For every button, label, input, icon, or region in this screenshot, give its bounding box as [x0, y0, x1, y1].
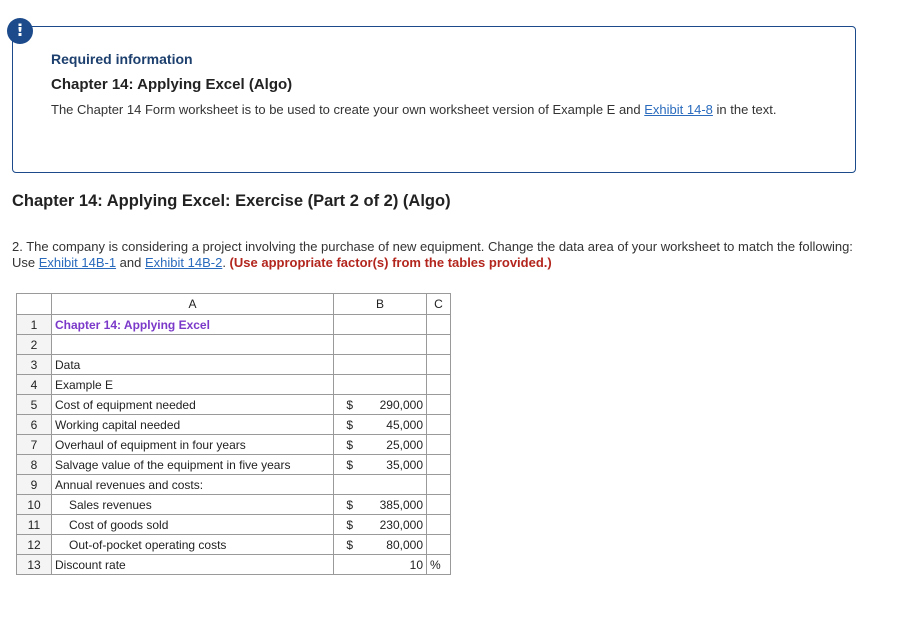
cell-a-label: Out-of-pocket operating costs	[51, 534, 334, 555]
table-row: 2	[16, 334, 451, 355]
corner-cell	[16, 293, 52, 315]
row-number: 5	[16, 394, 52, 415]
info-label: Required information	[51, 51, 193, 67]
cell-b-currency: $	[333, 454, 366, 475]
required-information-box: Required information Chapter 14: Applyin…	[12, 26, 856, 173]
table-row: 5 Cost of equipment needed $290,000	[16, 394, 451, 415]
cell-b-currency	[333, 474, 366, 495]
cell-b-value: 45,000	[365, 414, 427, 435]
cell-b-currency	[333, 354, 366, 375]
cell-b-currency: $	[333, 434, 366, 455]
cell-b-currency: $	[333, 534, 366, 555]
info-title: Chapter 14: Applying Excel (Algo)	[51, 76, 293, 93]
row-number: 1	[16, 314, 52, 335]
cell-b-value	[365, 354, 427, 375]
cell-c-unit	[426, 354, 451, 375]
cell-b-value: 80,000	[365, 534, 427, 555]
row-number: 11	[16, 514, 52, 535]
cell-c-unit	[426, 394, 451, 415]
cell-b-value	[365, 474, 427, 495]
table-row: 6 Working capital needed $45,000	[16, 414, 451, 435]
table-row: 11 Cost of goods sold $230,000	[16, 514, 451, 535]
cell-b-currency: $	[333, 394, 366, 415]
row-number: 13	[16, 554, 52, 575]
cell-c-unit	[426, 514, 451, 535]
cell-b-value: 25,000	[365, 434, 427, 455]
cell-b-currency	[333, 314, 366, 335]
cell-a-label: Overhaul of equipment in four years	[51, 434, 334, 455]
column-header-b: B	[333, 293, 427, 315]
cell-c-unit	[426, 314, 451, 335]
cell-c-unit	[426, 414, 451, 435]
column-header-a: A	[51, 293, 334, 315]
cell-a-label: Chapter 14: Applying Excel	[51, 314, 334, 335]
cell-c-unit	[426, 434, 451, 455]
table-row: 10 Sales revenues $385,000	[16, 494, 451, 515]
info-text: The Chapter 14 Form worksheet is to be u…	[51, 102, 831, 118]
table-row: 8 Salvage value of the equipment in five …	[16, 454, 451, 475]
table-row: 1 Chapter 14: Applying Excel	[16, 314, 451, 335]
cell-b-value: 10	[365, 554, 427, 575]
cell-c-unit	[426, 474, 451, 495]
cell-b-value: 35,000	[365, 454, 427, 475]
cell-b-value	[365, 334, 427, 355]
cell-b-currency: $	[333, 414, 366, 435]
row-number: 6	[16, 414, 52, 435]
instructions-emphasis: (Use appropriate factor(s) from the tabl…	[229, 255, 552, 270]
cell-b-currency	[333, 374, 366, 395]
table-row: 13 Discount rate 10%	[16, 554, 451, 575]
instructions-period: .	[222, 255, 230, 270]
cell-a-label: Salvage value of the equipment in five y…	[51, 454, 334, 475]
cell-a-label	[51, 334, 334, 355]
exhibit-14b-1-link[interactable]: Exhibit 14B-1	[39, 255, 116, 270]
info-text-before: The Chapter 14 Form worksheet is to be u…	[51, 102, 645, 117]
cell-b-currency	[333, 554, 366, 575]
cell-b-currency: $	[333, 494, 366, 515]
cell-a-label: Discount rate	[51, 554, 334, 575]
cell-c-unit: %	[426, 554, 451, 575]
row-number: 12	[16, 534, 52, 555]
cell-a-label: Data	[51, 354, 334, 375]
exercise-instructions: 2. The company is considering a project …	[12, 239, 872, 271]
spreadsheet: A B C 1 Chapter 14: Applying Excel 2 3 Data 4…	[16, 293, 451, 575]
cell-b-value: 230,000	[365, 514, 427, 535]
column-header-c: C	[426, 293, 451, 315]
cell-c-unit	[426, 374, 451, 395]
row-number: 7	[16, 434, 52, 455]
cell-c-unit	[426, 534, 451, 555]
table-row: 3 Data	[16, 354, 451, 375]
cell-a-label: Working capital needed	[51, 414, 334, 435]
table-row: 4 Example E	[16, 374, 451, 395]
cell-a-label: Sales revenues	[51, 494, 334, 515]
cell-b-currency	[333, 334, 366, 355]
table-row: 9 Annual revenues and costs:	[16, 474, 451, 495]
cell-b-value	[365, 374, 427, 395]
row-number: 4	[16, 374, 52, 395]
instructions-and: and	[116, 255, 145, 270]
exercise-title: Chapter 14: Applying Excel: Exercise (Pa…	[12, 192, 451, 210]
row-number: 9	[16, 474, 52, 495]
cell-a-label: Cost of goods sold	[51, 514, 334, 535]
row-number: 3	[16, 354, 52, 375]
cell-a-label: Cost of equipment needed	[51, 394, 334, 415]
cell-b-currency: $	[333, 514, 366, 535]
row-number: 8	[16, 454, 52, 475]
table-row: 12 Out-of-pocket operating costs $80,000	[16, 534, 451, 555]
row-number: 10	[16, 494, 52, 515]
column-header-row: A B C	[16, 293, 451, 315]
table-row: 7 Overhaul of equipment in four years $25,…	[16, 434, 451, 455]
cell-c-unit	[426, 494, 451, 515]
cell-c-unit	[426, 454, 451, 475]
cell-b-value: 385,000	[365, 494, 427, 515]
row-number: 2	[16, 334, 52, 355]
exhibit-14-8-link[interactable]: Exhibit 14-8	[644, 102, 713, 117]
info-text-after: in the text.	[712, 102, 777, 117]
cell-a-label: Annual revenues and costs:	[51, 474, 334, 495]
exhibit-14b-2-link[interactable]: Exhibit 14B-2	[145, 255, 222, 270]
cell-c-unit	[426, 334, 451, 355]
cell-a-label: Example E	[51, 374, 334, 395]
cell-b-value: 290,000	[365, 394, 427, 415]
cell-b-value	[365, 314, 427, 335]
